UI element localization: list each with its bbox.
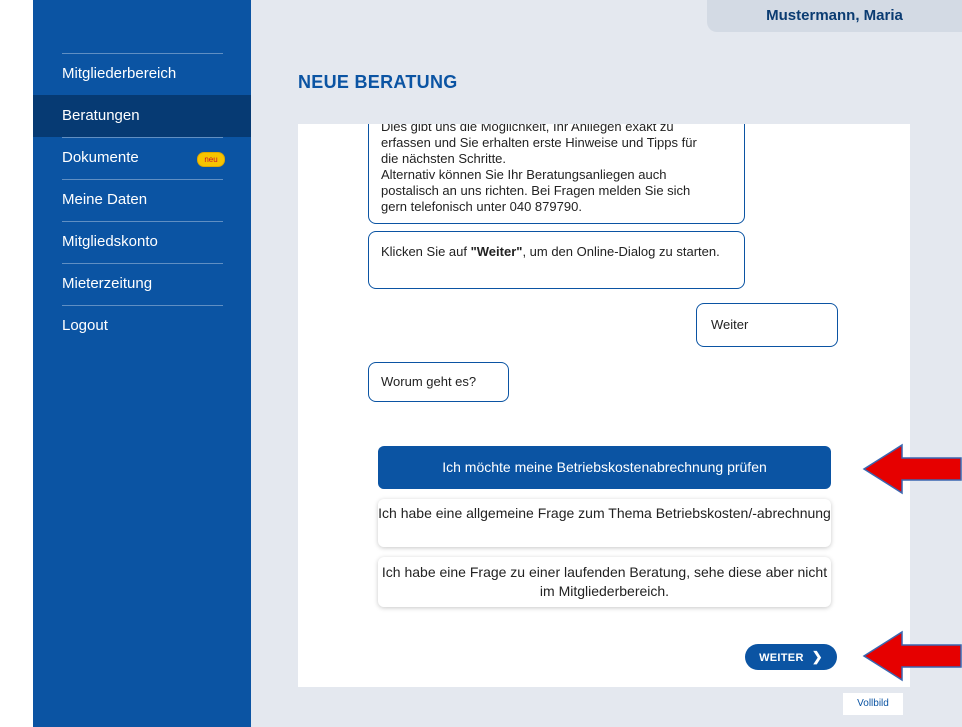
- bot-message-bold: "Weiter": [470, 244, 523, 259]
- sidebar-item-dokumente[interactable]: Dokumente neu: [33, 137, 251, 179]
- sidebar-item-meine-daten[interactable]: Meine Daten: [33, 179, 251, 221]
- sidebar-divider: [62, 305, 223, 306]
- page-title: NEUE BERATUNG: [298, 72, 458, 92]
- bot-message-question: Worum geht es?: [368, 362, 509, 402]
- option-allgemeine-frage[interactable]: Ich habe eine allgemeine Frage zum Thema…: [378, 499, 831, 547]
- sidebar-item-label: Mieterzeitung: [62, 275, 153, 292]
- page: Mitgliederbereich Beratungen Dokumente n…: [0, 0, 962, 727]
- option-laufende-beratung[interactable]: Ich habe eine Frage zu einer laufenden B…: [378, 557, 831, 607]
- sidebar-item-beratungen[interactable]: Beratungen: [33, 95, 262, 137]
- chat-panel[interactable]: Dies gibt uns die Möglichkeit, Ihr Anlie…: [298, 124, 910, 687]
- bot-message-line: die nächsten Schritte.: [381, 151, 507, 166]
- bot-message-line: gern telefonisch unter 040 879790.: [381, 199, 582, 214]
- sidebar-divider: [62, 137, 223, 138]
- sidebar-item-label: Beratungen: [62, 107, 140, 124]
- new-badge: neu: [197, 152, 225, 167]
- sidebar-item-label: Dokumente: [62, 149, 139, 166]
- sidebar-divider: [62, 53, 223, 54]
- red-arrow-left-icon: [862, 630, 962, 682]
- sidebar-item-mieterzeitung[interactable]: Mieterzeitung: [33, 263, 251, 305]
- sidebar-item-logout[interactable]: Logout: [33, 305, 251, 347]
- user-message-weiter: Weiter: [696, 303, 838, 347]
- main-content: Mustermann, Maria NEUE BERATUNG Dies gib…: [251, 0, 962, 727]
- sidebar-divider: [62, 263, 223, 264]
- weiter-button[interactable]: WEITER ❯: [745, 644, 837, 670]
- sidebar-nav: Mitgliederbereich Beratungen Dokumente n…: [33, 53, 262, 347]
- chevron-right-icon: ❯: [811, 649, 823, 664]
- weiter-button-label: WEITER: [759, 652, 804, 664]
- user-name-tab[interactable]: Mustermann, Maria: [707, 0, 962, 32]
- bot-message-click-weiter: Klicken Sie auf "Weiter", um den Online-…: [368, 231, 745, 289]
- sidebar-item-label: Meine Daten: [62, 191, 148, 208]
- vollbild-link[interactable]: Vollbild: [843, 693, 903, 715]
- sidebar-item-mitgliedskonto[interactable]: Mitgliedskonto: [33, 221, 251, 263]
- sidebar-item-mitgliederbereich[interactable]: Mitgliederbereich: [33, 53, 251, 95]
- bot-message-intro: Dies gibt uns die Möglichkeit, Ihr Anlie…: [368, 124, 745, 224]
- sidebar-item-label: Mitgliederbereich: [62, 65, 177, 82]
- bot-message-line: postalisch an uns richten. Bei Fragen me…: [381, 183, 691, 198]
- sidebar-item-label: Mitgliedskonto: [62, 233, 158, 250]
- red-arrow-left-icon: [862, 443, 962, 495]
- bot-message-line: Dies gibt uns die Möglichkeit, Ihr Anlie…: [381, 124, 674, 134]
- sidebar-divider: [62, 221, 223, 222]
- sidebar: Mitgliederbereich Beratungen Dokumente n…: [33, 0, 262, 727]
- bot-message-text: , um den Online-Dialog zu starten.: [522, 244, 720, 259]
- option-betriebskostenabrechnung-pruefen[interactable]: Ich möchte meine Betriebskostenabrechnun…: [378, 446, 831, 489]
- bot-message-line: Alternativ können Sie Ihr Beratungsanlie…: [381, 167, 667, 182]
- sidebar-item-label: Logout: [62, 317, 108, 334]
- bot-message-text: Klicken Sie auf: [381, 244, 471, 259]
- sidebar-divider: [62, 179, 223, 180]
- bot-message-line: erfassen und Sie erhalten erste Hinweise…: [381, 135, 697, 150]
